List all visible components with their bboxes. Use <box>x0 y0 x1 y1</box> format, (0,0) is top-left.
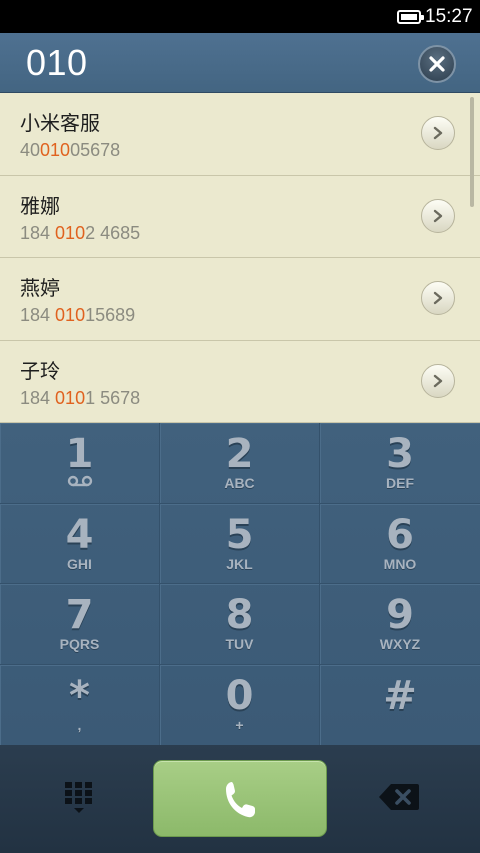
key-5[interactable]: 5 JKL <box>160 503 320 584</box>
number-suffix: 1 5678 <box>85 387 141 408</box>
chevron-right-icon <box>433 209 443 222</box>
number-match: 010 <box>40 140 71 160</box>
contact-row[interactable]: 燕婷 184 01015689 <box>0 258 480 341</box>
call-button[interactable] <box>153 760 327 837</box>
contact-list[interactable]: 小米客服 4001005678 雅娜 184 0102 4685 燕婷 184 … <box>0 93 480 423</box>
number-prefix: 184 <box>20 387 56 408</box>
backspace-icon <box>379 784 419 810</box>
dialed-number: 010 <box>26 42 88 83</box>
dial-header: 010 <box>0 33 480 93</box>
contact-detail-button[interactable] <box>421 363 455 398</box>
key-digit: 7 <box>65 592 94 638</box>
key-3[interactable]: 3 DEF <box>320 423 480 504</box>
dialpad-grid-icon <box>65 782 92 813</box>
contact-row[interactable]: 雅娜 184 0102 4685 <box>0 176 480 258</box>
key-0[interactable]: 0 + <box>160 664 320 745</box>
contact-name: 燕婷 <box>20 276 60 300</box>
number-match: 010 <box>55 305 86 325</box>
key-digit: * <box>69 672 90 719</box>
key-digit: # <box>383 672 417 719</box>
contact-number: 184 0102 4685 <box>20 222 140 244</box>
key-6[interactable]: 6 MNO <box>320 504 480 584</box>
key-9[interactable]: 9 WXYZ <box>320 584 480 665</box>
battery-icon <box>397 10 424 24</box>
contact-detail-button[interactable] <box>421 116 455 150</box>
contact-number: 184 01015689 <box>20 304 135 326</box>
key-4[interactable]: 4 GHI <box>0 503 160 584</box>
key-7[interactable]: 7 PQRS <box>0 584 160 665</box>
key-1[interactable]: 1 <box>0 423 160 504</box>
number-prefix: 184 <box>20 305 56 325</box>
key-digit: 6 <box>386 511 414 558</box>
key-letters: ABC <box>224 475 255 491</box>
clear-button[interactable] <box>418 45 456 83</box>
key-letters: + <box>235 716 244 733</box>
key-letters: DEF <box>386 475 414 491</box>
chevron-right-icon <box>433 126 443 140</box>
phone-icon <box>226 781 255 817</box>
key-digit: 0 <box>225 672 254 719</box>
key-2[interactable]: 2 ABC <box>160 423 320 504</box>
close-icon <box>429 56 445 72</box>
contact-row[interactable]: 子玲 184 0101 5678 <box>0 341 480 423</box>
backspace-button[interactable] <box>374 777 424 817</box>
list-scrollbar[interactable] <box>470 97 474 207</box>
key-digit: 2 <box>225 431 254 477</box>
contact-name: 小米客服 <box>20 111 100 135</box>
key-8[interactable]: 8 TUV <box>160 584 320 665</box>
key-digit: 8 <box>225 592 254 638</box>
contact-row[interactable]: 小米客服 4001005678 <box>0 93 480 176</box>
key-hash[interactable]: # <box>320 665 480 746</box>
key-letters: MNO <box>383 555 417 572</box>
status-bar: 15:27 <box>0 0 480 33</box>
key-digit: 1 <box>65 431 94 477</box>
contact-number: 4001005678 <box>20 139 120 161</box>
key-star[interactable]: * , <box>0 664 160 745</box>
key-digit: 9 <box>386 592 414 638</box>
bottom-action-bar <box>0 745 480 853</box>
number-prefix: 40 <box>20 140 41 160</box>
key-letters: PQRS <box>59 636 100 652</box>
key-letters: JKL <box>226 555 253 572</box>
key-digit: 5 <box>225 511 254 558</box>
number-suffix: 05678 <box>70 140 121 160</box>
number-suffix: 15689 <box>85 305 136 325</box>
contact-name: 子玲 <box>20 358 60 383</box>
number-prefix: 184 <box>20 222 56 243</box>
contact-name: 雅娜 <box>20 193 60 218</box>
status-time: 15:27 <box>425 6 473 27</box>
key-letters: WXYZ <box>379 636 421 652</box>
key-digit: 3 <box>386 431 414 477</box>
key-letters: GHI <box>67 555 92 572</box>
number-match: 010 <box>55 387 86 408</box>
key-digit: 4 <box>65 511 94 558</box>
chevron-right-icon <box>433 291 443 305</box>
key-letters: , <box>77 716 82 733</box>
chevron-right-icon <box>433 374 443 387</box>
dial-keypad: 1 2 ABC 3 DEF 4 GHI 5 JKL 6 MNO 7 PQRS 8… <box>0 423 480 745</box>
contact-number: 184 0101 5678 <box>20 387 140 409</box>
contact-detail-button[interactable] <box>421 281 455 315</box>
dialpad-toggle-button[interactable] <box>56 775 102 821</box>
number-match: 010 <box>55 222 86 243</box>
contact-detail-button[interactable] <box>421 198 455 233</box>
key-letters: TUV <box>225 636 254 652</box>
number-suffix: 2 4685 <box>85 222 141 243</box>
